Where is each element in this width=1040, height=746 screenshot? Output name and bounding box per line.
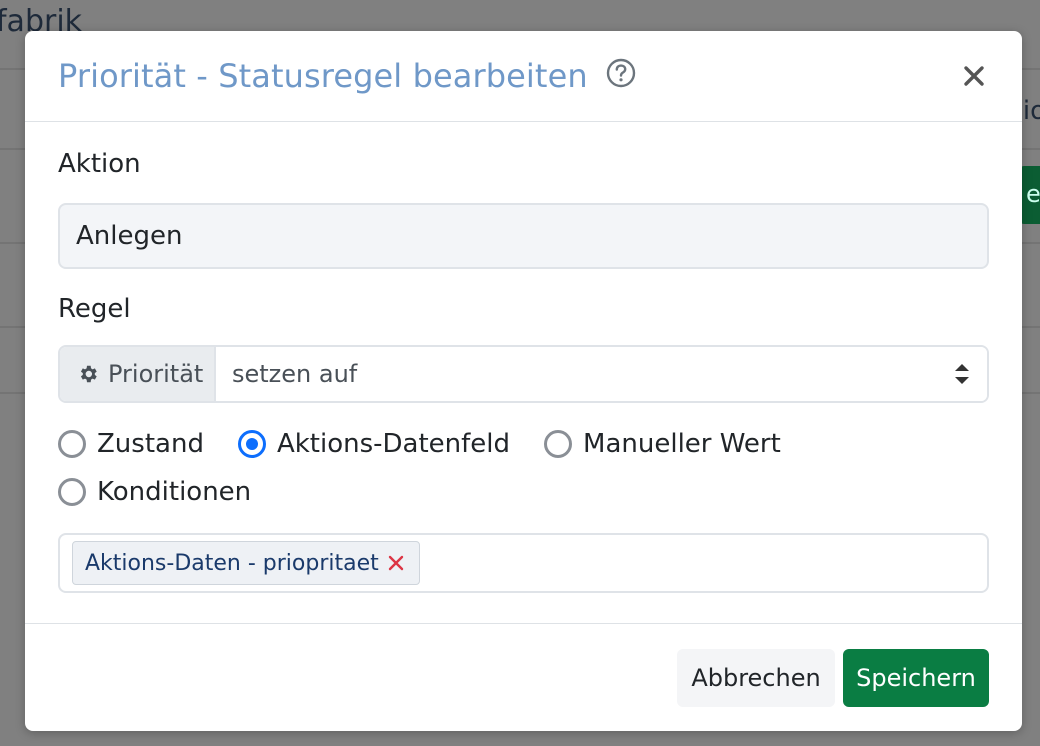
radio-button-manueller-wert[interactable] [544, 430, 573, 458]
rule-operation-select[interactable]: setzen auf [216, 347, 987, 401]
save-button[interactable]: Speichern [843, 648, 989, 707]
radio-button-konditionen[interactable] [58, 478, 86, 506]
background-column-header: io [1022, 96, 1040, 126]
background-button-label: er [1026, 180, 1040, 208]
background-button: er [1020, 166, 1040, 224]
dialog-footer: Abbrechen Speichern [25, 623, 1022, 731]
radio-zustand[interactable]: Zustand [58, 429, 204, 459]
radio-button-aktions-datenfeld[interactable] [237, 430, 266, 458]
gear-icon [77, 363, 99, 385]
rule-label: Regel [58, 294, 131, 324]
cancel-button[interactable]: Abbrechen [677, 648, 835, 707]
sort-arrows-icon [953, 360, 971, 388]
dialog-header: Priorität - Statusregel bearbeiten [25, 31, 1022, 122]
rule-input-group: Priorität setzen auf [58, 345, 989, 403]
action-field: Anlegen [58, 203, 989, 269]
radio-label-aktions-datenfeld: Aktions-Datenfeld [276, 429, 511, 459]
rule-field-addon: Priorität [60, 347, 216, 401]
action-data-field-selector[interactable]: Aktions-Daten - priopritaet [58, 533, 989, 593]
radio-label-manueller-wert: Manueller Wert [583, 429, 781, 459]
edit-status-rule-dialog: Priorität - Statusregel bearbeiten Aktio… [25, 31, 1022, 731]
question-circle-icon[interactable] [606, 58, 636, 88]
radio-button-zustand[interactable] [58, 430, 86, 458]
action-label: Aktion [58, 149, 141, 179]
dialog-body: Aktion Anlegen Regel Priorität setzen au… [25, 122, 1022, 593]
radio-label-konditionen: Konditionen [97, 477, 252, 507]
radio-label-zustand: Zustand [97, 429, 204, 459]
radio-konditionen[interactable]: Konditionen [58, 477, 251, 507]
rule-field-name: Priorität [108, 360, 204, 388]
value-source-radio-group: Zustand Aktions-Datenfeld Manueller Wert [58, 427, 989, 461]
selected-field-tag: Aktions-Daten - priopritaet [72, 541, 420, 585]
action-value: Anlegen [76, 221, 183, 251]
rule-operation-value: setzen auf [232, 360, 358, 388]
radio-aktions-datenfeld[interactable]: Aktions-Datenfeld [237, 429, 511, 459]
dialog-title: Priorität - Statusregel bearbeiten [58, 57, 588, 95]
selected-field-tag-label: Aktions-Daten - priopritaet [85, 550, 379, 576]
radio-manueller-wert[interactable]: Manueller Wert [544, 429, 781, 459]
close-icon[interactable] [959, 61, 989, 91]
value-source-radio-group-row-2: Konditionen [58, 475, 989, 509]
x-icon[interactable] [387, 554, 405, 572]
